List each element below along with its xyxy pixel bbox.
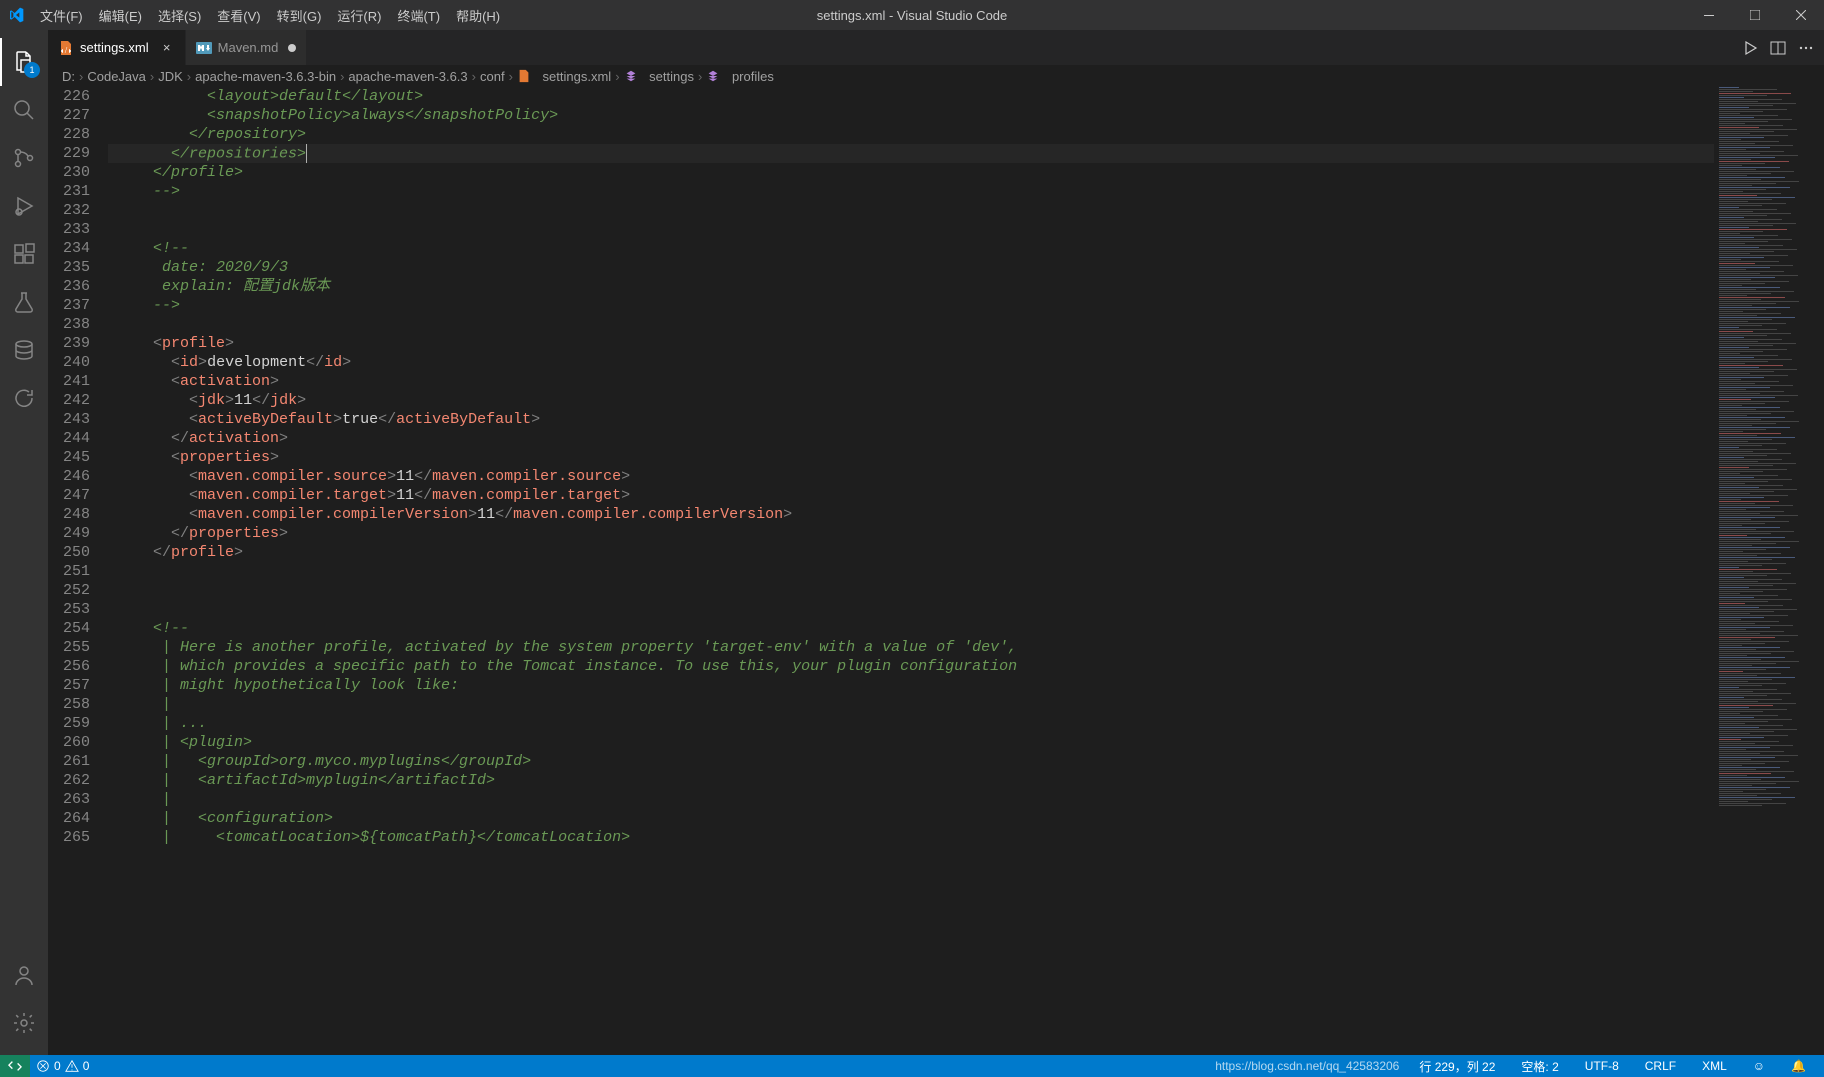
eol[interactable]: CRLF [1639,1059,1682,1073]
crumb-d[interactable]: D: [62,69,75,84]
editor-body[interactable]: 2262272282292302312322332342352362372382… [48,87,1824,1055]
activity-bar: 1 [0,30,48,1055]
database-icon[interactable] [0,326,48,374]
menu-help[interactable]: 帮助(H) [448,2,508,29]
tab-label: Maven.md [218,40,279,55]
crumb-file[interactable]: settings.xml [517,69,611,84]
maximize-button[interactable] [1732,0,1778,30]
tab-settings-xml[interactable]: settings.xml × [48,30,186,65]
close-button[interactable] [1778,0,1824,30]
notifications-icon[interactable]: 🔔 [1785,1059,1812,1073]
explorer-icon[interactable]: 1 [0,38,48,86]
chevron-right-icon: › [698,69,702,84]
run-debug-icon[interactable] [0,182,48,230]
chevron-right-icon: › [472,69,476,84]
window-controls [1686,0,1824,30]
xml-file-icon [58,40,74,56]
accounts-icon[interactable] [0,951,48,999]
cursor-position[interactable]: 行 229，列 22 [1413,1058,1501,1075]
source-control-icon[interactable] [0,134,48,182]
crumb-jdk[interactable]: JDK [158,69,183,84]
language-mode[interactable]: XML [1696,1059,1733,1073]
tab-close-icon[interactable]: × [159,40,175,55]
main-area: 1 [0,30,1824,1055]
back-icon[interactable] [0,374,48,422]
menu-selection[interactable]: 选择(S) [150,2,209,29]
menu-view[interactable]: 查看(V) [209,2,268,29]
chevron-right-icon: › [150,69,154,84]
status-bar: 0 0 https://blog.csdn.net/qq_42583206 行 … [0,1055,1824,1077]
minimap[interactable] [1714,87,1824,1055]
search-icon[interactable] [0,86,48,134]
menu-edit[interactable]: 编辑(E) [91,2,150,29]
menu-terminal[interactable]: 终端(T) [389,2,448,29]
tabs-bar: settings.xml × Maven.md [48,30,1824,65]
chevron-right-icon: › [79,69,83,84]
tab-dirty-icon [288,44,296,52]
crumb-settings[interactable]: settings [624,69,694,84]
tab-maven-md[interactable]: Maven.md [186,30,308,65]
chevron-right-icon: › [615,69,619,84]
more-actions-icon[interactable] [1798,40,1814,56]
menu-file[interactable]: 文件(F) [32,2,91,29]
line-gutter: 2262272282292302312322332342352362372382… [48,87,108,1055]
watermark-text: https://blog.csdn.net/qq_42583206 [1215,1059,1399,1073]
crumb-profiles[interactable]: profiles [706,69,774,84]
minimize-button[interactable] [1686,0,1732,30]
markdown-file-icon [196,40,212,56]
crumb-codejava[interactable]: CodeJava [87,69,146,84]
crumb-conf[interactable]: conf [480,69,505,84]
chevron-right-icon: › [187,69,191,84]
menu-run[interactable]: 运行(R) [329,2,389,29]
vscode-logo-icon [8,7,24,23]
settings-gear-icon[interactable] [0,999,48,1047]
breadcrumbs[interactable]: D: › CodeJava › JDK › apache-maven-3.6.3… [48,65,1824,87]
title-bar: 文件(F) 编辑(E) 选择(S) 查看(V) 转到(G) 运行(R) 终端(T… [0,0,1824,30]
extensions-icon[interactable] [0,230,48,278]
feedback-icon[interactable]: ☺ [1747,1059,1771,1073]
crumb-maven-bin[interactable]: apache-maven-3.6.3-bin [195,69,336,84]
window-title: settings.xml - Visual Studio Code [817,8,1008,23]
menu-bar: 文件(F) 编辑(E) 选择(S) 查看(V) 转到(G) 运行(R) 终端(T… [32,2,508,29]
chevron-right-icon: › [340,69,344,84]
problems-button[interactable]: 0 0 [30,1059,95,1073]
tab-label: settings.xml [80,40,149,55]
chevron-right-icon: › [509,69,513,84]
remote-button[interactable] [0,1055,30,1077]
tab-actions [1742,30,1824,65]
run-icon[interactable] [1742,40,1758,56]
indentation[interactable]: 空格: 2 [1515,1058,1564,1075]
explorer-badge: 1 [24,62,40,78]
activity-bottom [0,951,48,1047]
editor-container: settings.xml × Maven.md D: › CodeJava › … [48,30,1824,1055]
crumb-maven[interactable]: apache-maven-3.6.3 [348,69,467,84]
code-content[interactable]: <layout>default</layout> <snapshotPolicy… [108,87,1714,1055]
split-editor-icon[interactable] [1770,40,1786,56]
encoding[interactable]: UTF-8 [1579,1059,1625,1073]
menu-go[interactable]: 转到(G) [269,2,330,29]
testing-icon[interactable] [0,278,48,326]
status-right: https://blog.csdn.net/qq_42583206 行 229，… [1215,1058,1824,1075]
status-left: 0 0 [0,1055,95,1077]
